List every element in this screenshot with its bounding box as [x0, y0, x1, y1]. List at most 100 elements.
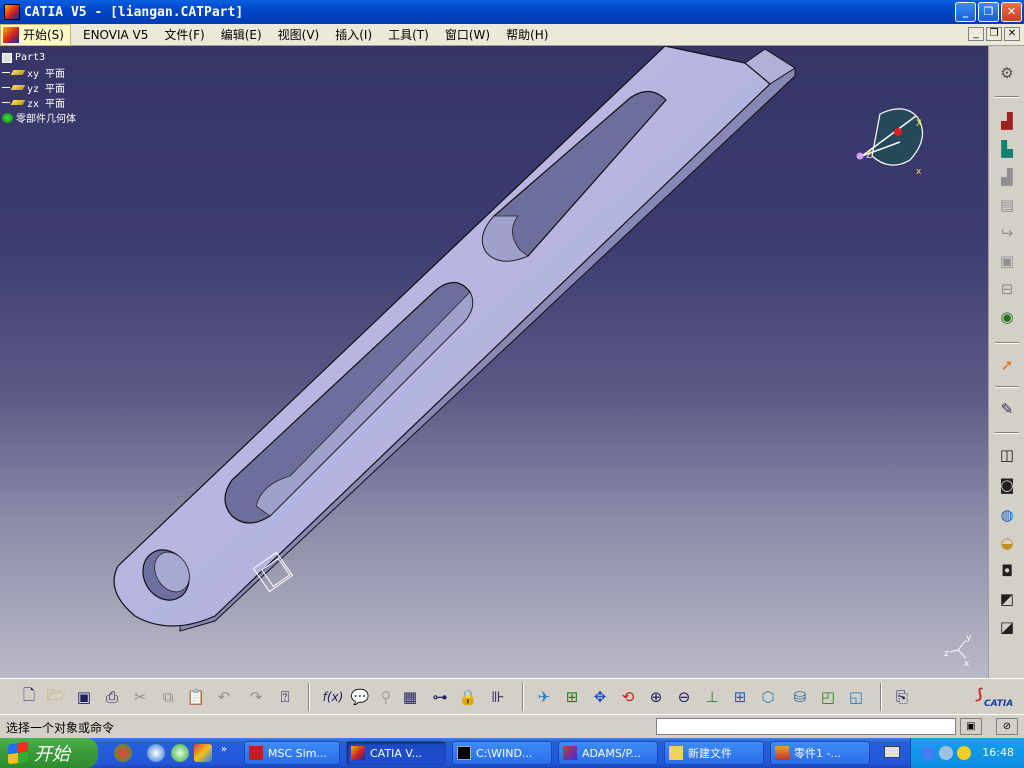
- table-icon[interactable]: ▦: [399, 686, 421, 708]
- zoom-out-icon[interactable]: ⊖: [673, 686, 695, 708]
- shell-icon[interactable]: ◪: [996, 616, 1018, 638]
- menu-bar: 开始(S) ENOVIA V5 文件(F) 编辑(E) 视图(V) 插入(I) …: [0, 23, 1024, 46]
- network-icon[interactable]: [921, 746, 935, 760]
- doc-restore-button[interactable]: ❐: [986, 27, 1002, 41]
- quicklaunch-expand-icon[interactable]: »: [221, 744, 227, 755]
- pad-solid-icon[interactable]: ◫: [996, 444, 1018, 466]
- groove-icon[interactable]: ▤: [996, 194, 1018, 216]
- power-input-icon[interactable]: ⊘: [996, 718, 1018, 735]
- menu-enovia[interactable]: ENOVIA V5: [75, 28, 156, 42]
- slot-icon[interactable]: ▣: [996, 250, 1018, 272]
- undo-icon[interactable]: ↶: [213, 686, 235, 708]
- window-titlebar[interactable]: CATIA V5 - [liangan.CATPart] _ ❐ ✕: [0, 0, 1024, 24]
- tree-node-zx-plane[interactable]: zx 平面: [2, 95, 76, 110]
- select-arrow-icon[interactable]: ➚: [996, 354, 1018, 376]
- parameters-icon[interactable]: ⊪: [487, 686, 509, 708]
- save-icon[interactable]: ▣: [73, 686, 95, 708]
- task-label: ADAMS/P...: [582, 746, 641, 760]
- link-icon[interactable]: ◉: [996, 306, 1018, 328]
- draft-icon[interactable]: ◩: [996, 588, 1018, 610]
- normal-view-icon[interactable]: ⊥: [701, 686, 723, 708]
- rotate-icon[interactable]: ⟲: [617, 686, 639, 708]
- 3d-viewport[interactable]: X Z x y x z Part3 xy 平面 yz 平面 zx 平面 零部件几…: [0, 46, 988, 678]
- quicklaunch-media-icon[interactable]: [171, 744, 189, 762]
- task-adams[interactable]: ADAMS/P...: [558, 741, 658, 765]
- hide-show-icon[interactable]: ◰: [817, 686, 839, 708]
- tree-branch-line: [2, 72, 10, 73]
- task-catia[interactable]: CATIA V...: [346, 741, 446, 765]
- multi-view-icon[interactable]: ⊞: [729, 686, 751, 708]
- open-folder-icon[interactable]: 🗁: [45, 686, 67, 708]
- minimize-button[interactable]: _: [955, 2, 976, 22]
- pocket-icon[interactable]: ▙: [996, 138, 1018, 160]
- quicklaunch-app-icon[interactable]: [194, 744, 212, 762]
- print-icon[interactable]: ⎙: [101, 686, 123, 708]
- cut-icon[interactable]: ✂: [129, 686, 151, 708]
- task-new-folder[interactable]: 新建文件: [664, 741, 764, 765]
- menu-help[interactable]: 帮助(H): [498, 26, 556, 43]
- redo-icon[interactable]: ↷: [245, 686, 267, 708]
- task-part1[interactable]: 零件1 -...: [770, 741, 870, 765]
- pad-icon[interactable]: ▟: [996, 110, 1018, 132]
- menu-view[interactable]: 视图(V): [270, 26, 328, 43]
- gear-icon[interactable]: ⚙: [996, 62, 1018, 84]
- menu-insert[interactable]: 插入(I): [327, 26, 380, 43]
- navigation-compass[interactable]: X Z x: [856, 108, 924, 177]
- comment-icon[interactable]: 💬: [349, 686, 371, 708]
- render-style-icon[interactable]: ⛁: [789, 686, 811, 708]
- apply-material-icon[interactable]: ⎘: [891, 686, 913, 708]
- stop-command-icon[interactable]: ▣: [960, 718, 982, 735]
- part-geometry[interactable]: X Z x y x z: [0, 46, 988, 678]
- quicklaunch-ie-icon[interactable]: [147, 744, 165, 762]
- lock-icon[interactable]: 🔒: [457, 686, 479, 708]
- volume-icon[interactable]: [939, 746, 953, 760]
- windows-start-button[interactable]: 开始: [0, 738, 98, 768]
- doc-minimize-button[interactable]: _: [968, 27, 984, 41]
- catia-app-icon: [351, 746, 365, 760]
- catia-logo: ⟆ CATIA: [972, 685, 1020, 711]
- menu-tools[interactable]: 工具(T): [380, 26, 437, 43]
- edge-fillet-icon[interactable]: ◍: [996, 504, 1018, 526]
- pocket-solid-icon[interactable]: ◙: [996, 474, 1018, 496]
- fly-mode-icon[interactable]: ✈: [533, 686, 555, 708]
- sketcher-icon[interactable]: ✎: [996, 398, 1018, 420]
- restore-button[interactable]: ❐: [978, 2, 999, 22]
- knowledge-icon[interactable]: ⚲: [375, 686, 397, 708]
- tree-node-yz-plane[interactable]: yz 平面: [2, 80, 76, 95]
- menu-start[interactable]: 开始(S): [0, 23, 71, 46]
- iso-view-icon[interactable]: ⬡: [757, 686, 779, 708]
- copy-icon[interactable]: ⧉: [157, 686, 179, 708]
- chamfer-icon[interactable]: ◒: [996, 532, 1018, 554]
- tree-node-part[interactable]: Part3: [2, 50, 76, 65]
- taskbar-clock: 16:48: [982, 746, 1014, 759]
- tree-label-yz: yz 平面: [27, 84, 66, 95]
- catia-app-icon[interactable]: [4, 4, 20, 20]
- command-input[interactable]: [656, 718, 956, 735]
- zoom-in-icon[interactable]: ⊕: [645, 686, 667, 708]
- loft-icon[interactable]: ⊟: [996, 278, 1018, 300]
- rib-icon[interactable]: ↪: [996, 222, 1018, 244]
- swap-visible-icon[interactable]: ◱: [845, 686, 867, 708]
- keyboard-icon[interactable]: [884, 746, 900, 758]
- new-file-icon[interactable]: 🗋: [18, 686, 40, 708]
- paste-icon[interactable]: 📋: [185, 686, 207, 708]
- hole-icon[interactable]: ◘: [996, 560, 1018, 582]
- shaft-icon[interactable]: ▟: [996, 166, 1018, 188]
- pan-icon[interactable]: ✥: [589, 686, 611, 708]
- help-pointer-icon[interactable]: ⍰: [274, 686, 296, 708]
- task-command-prompt[interactable]: C:\WIND...: [452, 741, 552, 765]
- tree-node-part-body[interactable]: 零部件几何体: [2, 110, 76, 125]
- menu-window[interactable]: 窗口(W): [437, 26, 498, 43]
- tree-structure-icon[interactable]: ⊶: [429, 686, 451, 708]
- toolbar-separator: [880, 683, 882, 711]
- menu-edit[interactable]: 编辑(E): [213, 26, 270, 43]
- fit-all-icon[interactable]: ⊞: [561, 686, 583, 708]
- quicklaunch-msn-icon[interactable]: [114, 744, 132, 762]
- tree-node-xy-plane[interactable]: xy 平面: [2, 65, 76, 80]
- formula-button[interactable]: f(x): [320, 686, 346, 708]
- task-msc-sim[interactable]: MSC Sim...: [244, 741, 340, 765]
- menu-file[interactable]: 文件(F): [156, 26, 212, 43]
- doc-close-button[interactable]: ✕: [1004, 27, 1020, 41]
- security-icon[interactable]: [957, 746, 971, 760]
- close-button[interactable]: ✕: [1001, 2, 1022, 22]
